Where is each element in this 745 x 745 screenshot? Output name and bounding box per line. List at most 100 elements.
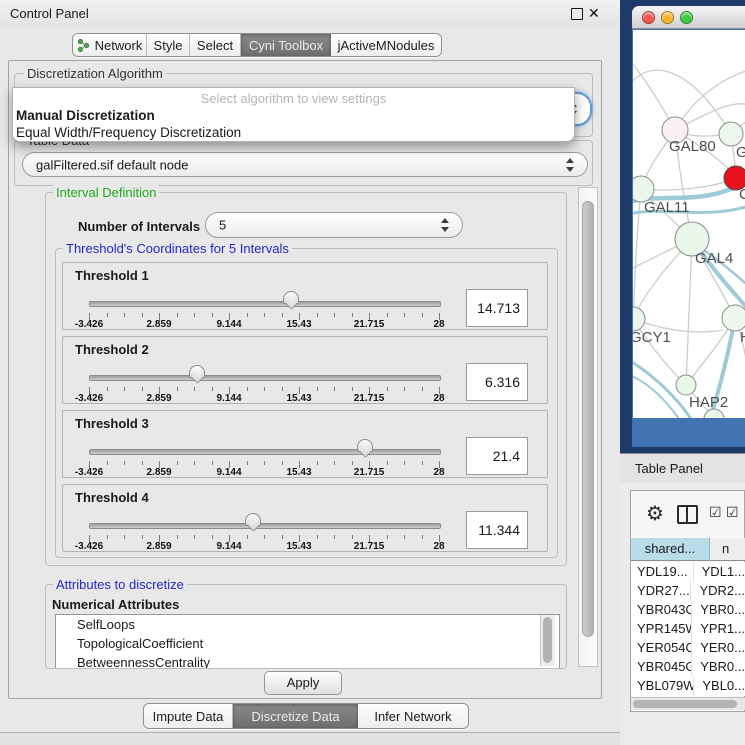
checkbox-icon[interactable]: ☑ — [709, 504, 722, 521]
table-row[interactable]: YBR043CYBR0... — [631, 600, 745, 619]
tab-label: Network — [95, 38, 143, 53]
tick-minor — [404, 313, 405, 317]
network-canvas[interactable]: GAL80GCGAL11GAL4GCY1HHAP2 — [633, 30, 745, 418]
threshold-slider-track[interactable] — [89, 449, 441, 455]
table-cell[interactable]: YBL0... — [694, 676, 745, 695]
close-icon[interactable]: ✕ — [588, 5, 600, 22]
tab-style[interactable]: Style — [147, 34, 190, 56]
network-node-h[interactable] — [722, 305, 745, 331]
threshold-value-field[interactable]: 21.4 — [466, 437, 528, 475]
tick-minor — [422, 461, 423, 465]
threshold-slider-thumb[interactable] — [283, 291, 299, 304]
network-node-hap2[interactable] — [676, 375, 696, 395]
columns-icon[interactable] — [677, 505, 698, 524]
table-horizontal-scrollbar[interactable] — [631, 697, 745, 710]
table-cell[interactable]: YER0... — [692, 638, 745, 657]
table-cell[interactable]: YDL1... — [694, 562, 745, 581]
number-of-intervals-label: Number of Intervals — [78, 219, 200, 234]
panel-vertical-scrollbar[interactable] — [578, 187, 598, 667]
attribute-item-topologicalcoefficient[interactable]: TopologicalCoefficient — [56, 634, 559, 653]
tick-label: 15.43 — [286, 541, 311, 552]
threshold-value-field[interactable]: 14.713 — [466, 289, 528, 327]
tab-jactivemnodules[interactable]: jActiveMNodules — [331, 34, 441, 56]
tick-minor — [194, 461, 195, 465]
table-cell[interactable]: YER054C — [631, 638, 692, 657]
network-graph: GAL80GCGAL11GAL4GCY1HHAP2 — [633, 30, 745, 418]
table-cell[interactable]: YBR045C — [631, 657, 692, 676]
tick-minor — [107, 461, 108, 465]
checkbox-icon[interactable]: ☑ — [726, 504, 739, 521]
scrollbar-thumb[interactable] — [633, 700, 737, 708]
tick-minor — [212, 535, 213, 539]
tab-cyni-toolbox[interactable]: Cyni Toolbox — [241, 34, 331, 56]
scrollbar-thumb[interactable] — [582, 201, 594, 637]
table-row[interactable]: YPR145WYPR1... — [631, 619, 745, 638]
tick-minor — [177, 387, 178, 391]
table-row[interactable]: YBL079WYBL0... — [631, 676, 745, 695]
table-cell[interactable]: YBR0... — [692, 600, 745, 619]
control-panel-titlebar — [0, 0, 620, 26]
table-cell[interactable]: YDR2... — [691, 581, 745, 600]
popup-option-manual-discretization[interactable]: Manual Discretization — [16, 108, 155, 123]
tick-minor — [387, 461, 388, 465]
number-of-intervals-combobox[interactable]: 5 — [205, 212, 463, 238]
threshold-slider-thumb[interactable] — [357, 439, 373, 452]
threshold-slider-thumb[interactable] — [245, 513, 261, 526]
tick-minor — [422, 535, 423, 539]
column-header-shared[interactable]: shared... — [631, 538, 710, 561]
threshold-panel-2: Threshold 2-3.4262.8599.14415.4321.71528… — [62, 336, 548, 404]
table-cell[interactable]: YPR145W — [631, 619, 692, 638]
table-cell[interactable]: YLR345W — [631, 695, 694, 696]
column-header-name[interactable]: n — [710, 538, 745, 561]
table-data-combobox[interactable]: galFiltered.sif default node — [22, 152, 588, 177]
mac-zoom-icon[interactable] — [680, 11, 693, 24]
table-row[interactable]: YDL19...YDL1... — [631, 562, 745, 581]
apply-button[interactable]: Apply — [264, 671, 342, 695]
gear-icon[interactable]: ⚙ — [646, 501, 664, 526]
tab-infer-network[interactable]: Infer Network — [358, 704, 468, 728]
attribute-item-betweennesscentrality[interactable]: BetweennessCentrality — [56, 653, 559, 668]
threshold-slider-track[interactable] — [89, 301, 441, 307]
attribute-item-selfloops[interactable]: SelfLoops — [56, 615, 559, 634]
table-cell[interactable]: YBL079W — [631, 676, 694, 695]
float-window-icon[interactable] — [571, 8, 583, 20]
tick-minor — [387, 313, 388, 317]
table-rows: YDL19...YDL1...YDR27...YDR2...YBR043CYBR… — [631, 562, 745, 696]
table-cell[interactable]: YLR3... — [694, 695, 745, 696]
tick-minor — [124, 313, 125, 317]
network-node-label: GAL80 — [669, 138, 716, 155]
network-node-gcy1[interactable] — [633, 307, 645, 331]
threshold-slider-track[interactable] — [89, 375, 441, 381]
tab-network[interactable]: Network — [73, 34, 147, 56]
numerical-attributes-list[interactable]: SelfLoopsTopologicalCoefficientBetweenne… — [55, 614, 560, 668]
scrollbar-thumb[interactable] — [543, 617, 552, 663]
tick-minor — [124, 461, 125, 465]
table-row[interactable]: YDR27...YDR2... — [631, 581, 745, 600]
table-cell[interactable]: YPR1... — [692, 619, 745, 638]
tick-minor — [404, 387, 405, 391]
network-node-label: C — [739, 186, 745, 203]
table-row[interactable]: YBR045CYBR0... — [631, 657, 745, 676]
mac-close-icon[interactable] — [642, 11, 655, 24]
threshold-slider-thumb[interactable] — [189, 365, 205, 378]
table-cell[interactable]: YDR27... — [631, 581, 691, 600]
threshold-slider-track[interactable] — [89, 523, 441, 529]
tick-minor — [194, 387, 195, 391]
tab-label: jActiveMNodules — [338, 38, 435, 53]
tick-label: 28 — [433, 467, 444, 478]
network-node-g[interactable] — [719, 122, 743, 146]
tick-minor — [282, 387, 283, 391]
table-cell[interactable]: YBR0... — [692, 657, 745, 676]
table-cell[interactable]: YDL19... — [631, 562, 694, 581]
attributes-list-scrollbar[interactable] — [540, 615, 555, 666]
threshold-value-field[interactable]: 6.316 — [466, 363, 528, 401]
table-row[interactable]: YER054CYER0... — [631, 638, 745, 657]
table-cell[interactable]: YBR043C — [631, 600, 692, 619]
popup-option-equal-width-frequency[interactable]: Equal Width/Frequency Discretization — [16, 125, 241, 140]
tab-discretize-data[interactable]: Discretize Data — [233, 704, 358, 728]
threshold-value-field[interactable]: 11.344 — [466, 511, 528, 549]
tab-impute-data[interactable]: Impute Data — [144, 704, 233, 728]
table-row[interactable]: YLR345WYLR3... — [631, 695, 745, 696]
mac-minimize-icon[interactable] — [661, 11, 674, 24]
tab-select[interactable]: Select — [190, 34, 241, 56]
